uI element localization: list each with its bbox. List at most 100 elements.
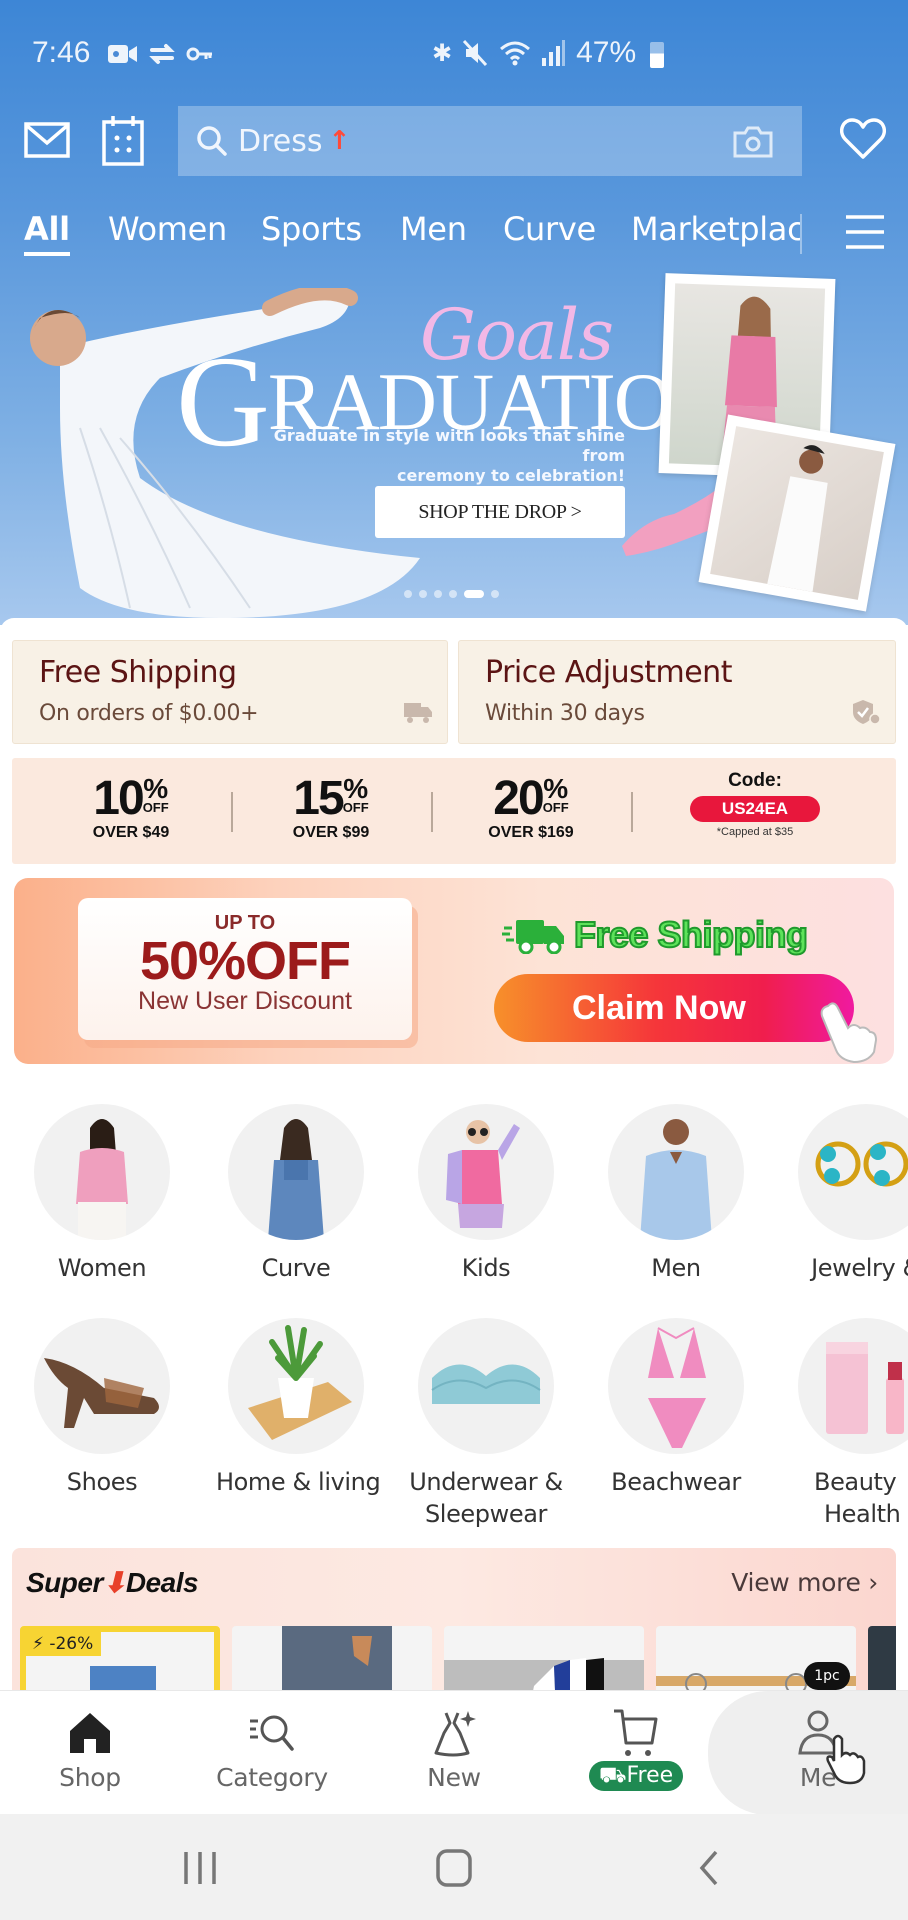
coupon-code[interactable]: US24EA	[690, 796, 820, 822]
tab-curve[interactable]: Curve	[503, 210, 596, 248]
category-image	[798, 1104, 908, 1240]
mail-icon[interactable]	[24, 122, 70, 158]
deal-card[interactable]	[232, 1626, 432, 1698]
category-jewelry[interactable]: Jewelry &	[786, 1104, 908, 1284]
category-image	[34, 1318, 170, 1454]
category-men[interactable]: Men	[596, 1104, 756, 1284]
category-curve[interactable]: Curve	[216, 1104, 376, 1284]
deal-product-towels-image	[444, 1658, 644, 1698]
deal-card[interactable]	[868, 1626, 896, 1698]
cart-icon	[614, 1709, 658, 1756]
category-image	[418, 1318, 554, 1454]
nav-cart[interactable]: ⛟Free	[566, 1709, 706, 1791]
category-women[interactable]: Women	[22, 1104, 182, 1284]
search-icon	[197, 126, 227, 156]
category-beauty-health[interactable]: Beauty Health	[786, 1318, 908, 1530]
camera-icon[interactable]	[732, 126, 774, 158]
shield-check-icon	[853, 700, 881, 725]
coupon-strip[interactable]: 10% OFF OVER $49 15% OFF OVER $99 20% OFF O…	[12, 758, 896, 864]
carousel-dot-active[interactable]	[464, 590, 484, 598]
tab-marketplace[interactable]: Marketplace	[631, 210, 800, 248]
coupon-code-block: Code: US24EA *Capped at $35	[680, 770, 830, 838]
category-image	[798, 1318, 908, 1454]
category-beachwear[interactable]: Beachwear	[596, 1318, 756, 1498]
nav-new[interactable]: New	[384, 1709, 524, 1792]
view-more-link[interactable]: View more ›	[731, 1568, 878, 1597]
carousel-dot[interactable]	[449, 590, 457, 598]
status-time: 7:46	[32, 36, 91, 69]
battery-percent: 47%	[576, 36, 637, 69]
bottom-nav: Shop Category New ⛟Free Me	[0, 1690, 908, 1815]
nav-shop[interactable]: Shop	[20, 1709, 160, 1792]
trending-up-icon: ↑	[328, 126, 351, 156]
carousel-dot[interactable]	[404, 590, 412, 598]
coupon-divider	[231, 792, 233, 832]
home-button-icon[interactable]	[434, 1848, 474, 1888]
coupon-tier: 15% OFF OVER $99	[292, 772, 370, 842]
touch-pointer-icon	[826, 1734, 866, 1785]
tab-men[interactable]: Men	[400, 210, 467, 248]
wishlist-heart-icon[interactable]	[840, 118, 886, 160]
search-input[interactable]: Dress ↑	[178, 106, 802, 176]
banner-photo-white-dress	[698, 414, 896, 612]
hero-banner[interactable]: Goals GRADUATION Graduate in style with …	[0, 268, 908, 618]
back-icon[interactable]	[690, 1848, 730, 1888]
down-arrow-icon: ⬇	[102, 1567, 126, 1598]
carousel-dot[interactable]	[419, 590, 427, 598]
coupon-tier: 10% OFF OVER $49	[92, 772, 170, 842]
coupon-tier: 20% OFF OVER $169	[488, 772, 574, 842]
category-shoes[interactable]: Shoes	[22, 1318, 182, 1498]
category-home-living[interactable]: Home & living	[216, 1318, 381, 1498]
new-user-promo-banner[interactable]: UP TO 50%OFF New User Discount Free Ship…	[14, 878, 894, 1064]
category-kids[interactable]: Kids	[406, 1104, 566, 1284]
category-underwear-sleepwear[interactable]: Underwear & Sleepwear	[406, 1318, 566, 1530]
carousel-dot[interactable]	[434, 590, 442, 598]
category-tabs: All Women Sports Men Curve Marketplace	[0, 210, 908, 266]
shop-the-drop-button[interactable]: SHOP THE DROP >	[375, 486, 625, 538]
discount-card: UP TO 50%OFF New User Discount	[78, 898, 412, 1040]
tab-sports[interactable]: Sports	[261, 210, 362, 248]
status-bar: 7:46 ✱ 47%	[0, 36, 908, 76]
tab-women[interactable]: Women	[108, 210, 227, 248]
quantity-badge: 1pc	[804, 1662, 850, 1690]
battery-icon	[650, 42, 665, 68]
category-image	[418, 1104, 554, 1240]
discount-badge: ⚡ -26%	[26, 1632, 102, 1656]
home-content: Free Shipping On orders of $0.00+ Price …	[0, 618, 908, 1698]
nav-me[interactable]: Me	[748, 1709, 888, 1792]
truck-icon: ⛟	[598, 1763, 627, 1788]
free-shipping-label: Free Shipping	[502, 913, 809, 956]
service-subtitle: Within 30 days	[485, 701, 645, 726]
mute-icon	[463, 39, 488, 67]
service-subtitle: On orders of $0.00+	[39, 701, 259, 726]
free-shipping-card[interactable]: Free Shipping On orders of $0.00+	[12, 640, 448, 744]
tab-all[interactable]: All	[24, 210, 70, 256]
calendar-icon[interactable]	[102, 114, 144, 166]
system-nav-bar	[0, 1814, 908, 1920]
nav-category[interactable]: Category	[202, 1709, 342, 1792]
category-image	[228, 1104, 364, 1240]
sync-icon	[149, 44, 175, 64]
home-icon	[70, 1713, 110, 1753]
recent-apps-icon[interactable]	[180, 1848, 220, 1888]
category-image	[228, 1318, 364, 1454]
category-image	[608, 1318, 744, 1454]
super-deals-section: Super⬇Deals View more › ⚡ -26% 1pc	[12, 1548, 896, 1698]
search-suggestion-text: Dress	[238, 123, 323, 159]
dress-sparkle-icon	[434, 1711, 476, 1757]
wifi-icon	[500, 41, 531, 66]
tabs-divider	[800, 214, 802, 254]
carousel-dot[interactable]	[491, 590, 499, 598]
price-adjustment-card[interactable]: Price Adjustment Within 30 days	[458, 640, 896, 744]
free-shipping-badge: ⛟Free	[588, 1761, 684, 1791]
deal-card[interactable]: ⚡ -26%	[20, 1626, 220, 1698]
menu-icon[interactable]	[844, 214, 886, 250]
app-screen: 7:46 ✱ 47% Dress ↑ All Women Sports Men …	[0, 0, 908, 1920]
coupon-divider	[431, 792, 433, 832]
coupon-cap-note: *Capped at $35	[716, 826, 794, 838]
category-image	[34, 1104, 170, 1240]
deal-card[interactable]	[444, 1626, 644, 1698]
service-title: Price Adjustment	[485, 655, 732, 690]
claim-now-button[interactable]: Claim Now	[494, 974, 854, 1042]
deal-card[interactable]: 1pc	[656, 1626, 856, 1698]
